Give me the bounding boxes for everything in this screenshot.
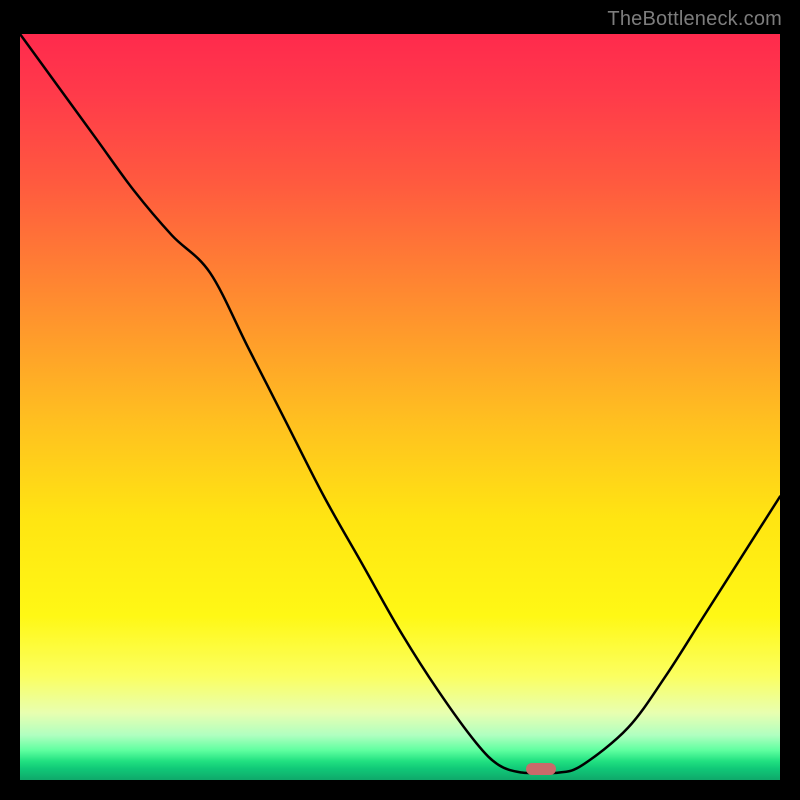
plot-area	[20, 34, 780, 780]
chart-frame: TheBottleneck.com	[0, 0, 800, 800]
optimal-marker	[526, 763, 556, 775]
watermark-text: TheBottleneck.com	[607, 8, 782, 31]
bottleneck-curve	[20, 34, 780, 780]
